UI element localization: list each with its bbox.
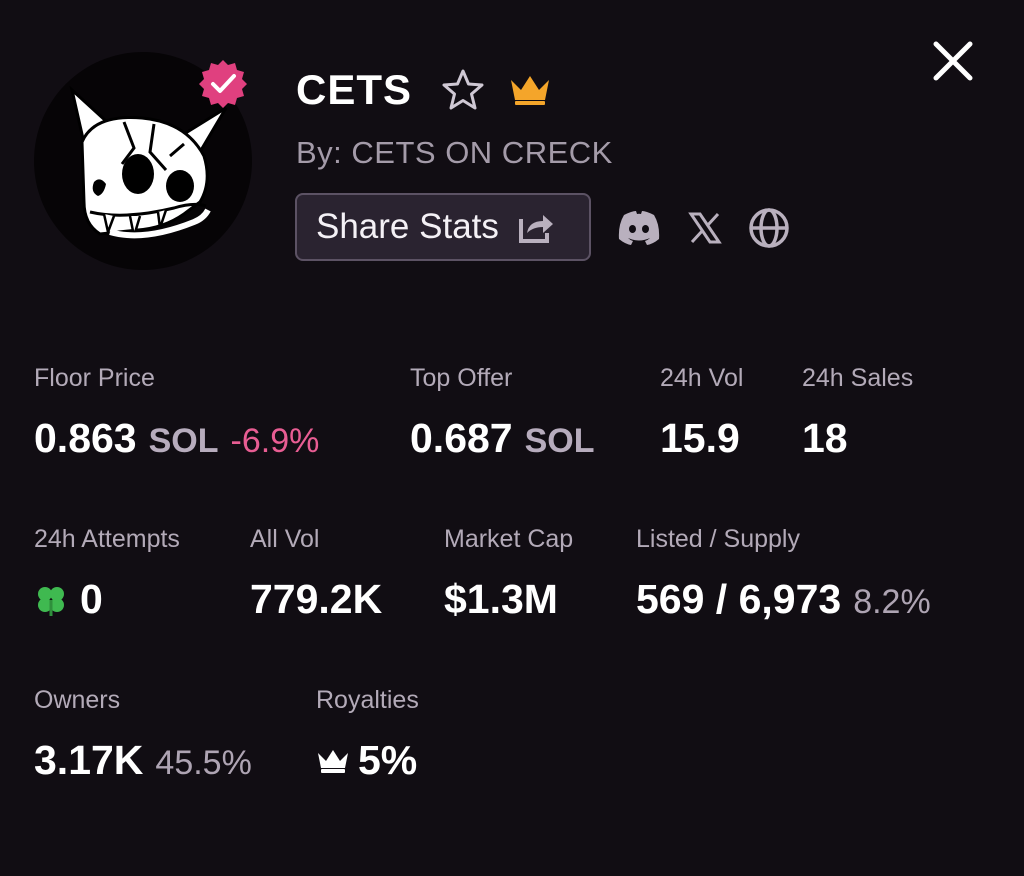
floor-price-label: Floor Price bbox=[34, 364, 155, 392]
favorite-star-icon[interactable] bbox=[440, 68, 486, 112]
all-vol-value: 779.2K bbox=[250, 576, 383, 622]
share-arrow-icon bbox=[518, 215, 553, 243]
floor-price-value: 0.863 bbox=[34, 415, 137, 461]
crown-icon bbox=[511, 76, 549, 105]
discord-icon[interactable] bbox=[614, 205, 664, 251]
stat-24h-sales: 24h Sales 18 bbox=[802, 364, 913, 462]
x-logo-icon[interactable] bbox=[688, 205, 722, 251]
sales-24h-value: 18 bbox=[802, 415, 848, 461]
top-offer-value: 0.687 bbox=[410, 415, 513, 461]
four-leaf-clover-icon bbox=[38, 586, 64, 616]
vol-24h-label: 24h Vol bbox=[660, 364, 744, 392]
attempts-24h-label: 24h Attempts bbox=[34, 525, 180, 553]
floor-price-unit: SOL bbox=[148, 422, 219, 460]
owners-label: Owners bbox=[34, 686, 121, 714]
top-offer-unit: SOL bbox=[524, 422, 595, 460]
market-cap-label: Market Cap bbox=[444, 525, 574, 553]
sales-24h-label: 24h Sales bbox=[802, 364, 914, 392]
stat-floor-price: Floor Price 0.863 SOL -6.9% bbox=[34, 364, 319, 462]
stat-listed-supply: Listed / Supply 569 / 6,973 8.2% bbox=[636, 525, 931, 623]
royalties-label: Royalties bbox=[316, 686, 419, 714]
collection-title: CETS bbox=[296, 66, 413, 113]
stat-top-offer: Top Offer 0.687 SOL bbox=[410, 364, 595, 462]
listed-supply-value: 569 / 6,973 bbox=[636, 576, 842, 622]
vol-24h-value: 15.9 bbox=[660, 415, 740, 461]
market-cap-value: $1.3M bbox=[444, 576, 558, 622]
globe-icon[interactable] bbox=[746, 205, 792, 251]
share-stats-button[interactable]: Share Stats bbox=[295, 193, 591, 261]
owners-value: 3.17K bbox=[34, 737, 144, 783]
stat-all-vol: All Vol 779.2K bbox=[250, 525, 382, 623]
creator-byline[interactable]: By: CETS ON CRECK bbox=[296, 135, 613, 171]
stat-market-cap: Market Cap $1.3M bbox=[444, 525, 573, 623]
listed-supply-percent: 8.2% bbox=[853, 583, 931, 621]
all-vol-label: All Vol bbox=[250, 525, 320, 553]
owners-percent: 45.5% bbox=[155, 744, 252, 782]
stat-24h-attempts: 24h Attempts 0 bbox=[34, 525, 180, 623]
close-icon[interactable] bbox=[930, 38, 976, 84]
attempts-24h-value: 0 bbox=[80, 576, 103, 622]
stat-24h-vol: 24h Vol 15.9 bbox=[660, 364, 743, 462]
listed-supply-label: Listed / Supply bbox=[636, 525, 800, 553]
floor-price-change: -6.9% bbox=[230, 422, 320, 460]
stat-owners: Owners 3.17K 45.5% bbox=[34, 686, 252, 784]
royalties-crown-icon bbox=[318, 749, 348, 773]
stat-royalties: Royalties 5% bbox=[316, 686, 419, 784]
royalties-value: 5% bbox=[358, 737, 418, 783]
top-offer-label: Top Offer bbox=[410, 364, 513, 392]
verified-check-icon bbox=[199, 60, 247, 108]
share-stats-label: Share Stats bbox=[316, 207, 499, 246]
